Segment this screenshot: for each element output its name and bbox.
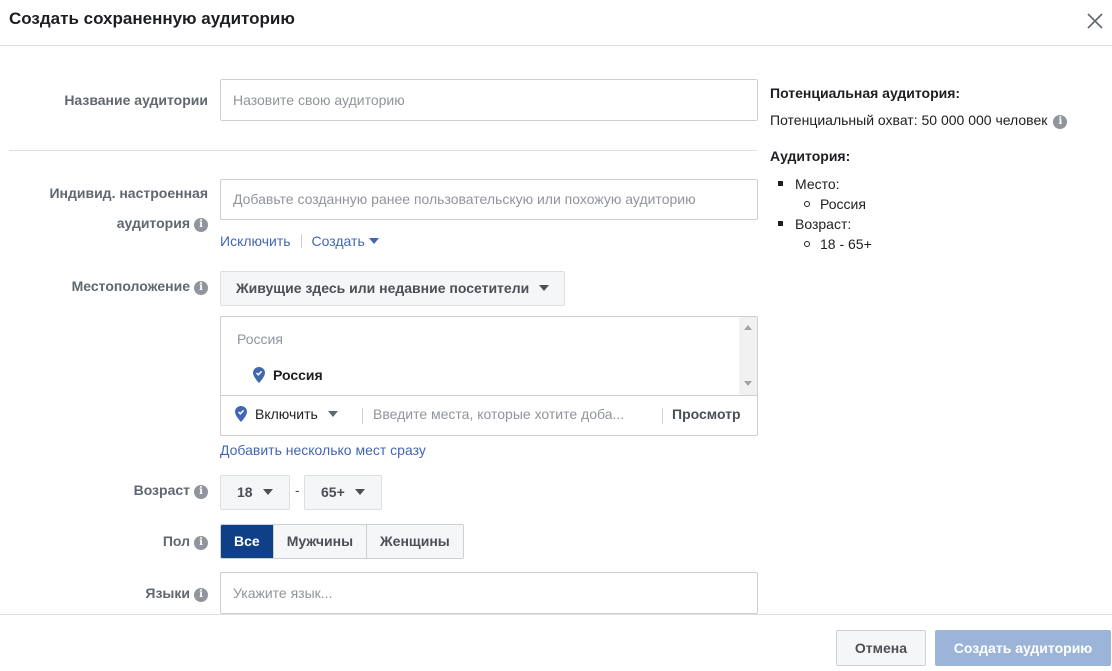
location-type-dropdown[interactable]: Живущие здесь или недавние посетители	[220, 271, 566, 306]
location-label: Местоположение i	[20, 273, 208, 299]
summary-audience-header: Аудитория:	[770, 148, 851, 164]
location-search-input[interactable]: Введите места, которые хотите доба...	[373, 406, 653, 422]
summary-list: Место: Россия Возраст: 18 - 65+	[778, 174, 872, 254]
scrollbar[interactable]	[739, 317, 757, 395]
custom-audience-label-line1: Индивид. настроенная	[49, 185, 208, 201]
age-min-dropdown[interactable]: 18	[220, 475, 290, 510]
list-item: Россия	[778, 194, 872, 214]
chevron-down-icon	[262, 489, 273, 495]
age-min-value: 18	[237, 484, 253, 500]
exclude-link[interactable]: Исключить	[220, 233, 291, 249]
bullet-icon	[778, 221, 783, 226]
create-saved-audience-dialog: Создать сохраненную аудиторию Название а…	[0, 0, 1112, 671]
dialog-body[interactable]: Название аудитории Назовите свою аудитор…	[0, 46, 1112, 614]
summary-location-label: Место:	[795, 176, 840, 192]
dialog-header: Создать сохраненную аудиторию	[0, 0, 1112, 46]
bullet-icon	[804, 201, 810, 207]
bullet-icon	[804, 241, 810, 247]
gender-label: Пол i	[20, 528, 208, 554]
summary-age-value: 18 - 65+	[820, 236, 872, 252]
info-icon[interactable]: i	[194, 588, 208, 602]
location-item-label: Россия	[273, 367, 323, 383]
create-link-label: Создать	[311, 233, 365, 249]
divider	[362, 408, 363, 424]
bullet-icon	[778, 181, 783, 186]
location-type-label: Живущие здесь или недавние посетители	[236, 280, 530, 296]
custom-audience-input[interactable]: Добавьте созданную ранее пользовательску…	[220, 179, 758, 220]
create-audience-button[interactable]: Создать аудиторию	[935, 630, 1111, 666]
audience-name-input[interactable]: Назовите свою аудиторию	[220, 79, 758, 121]
gender-option-men[interactable]: Мужчины	[272, 525, 367, 558]
divider	[662, 408, 663, 424]
browse-button[interactable]: Просмотр	[672, 406, 741, 422]
dialog-title: Создать сохраненную аудиторию	[9, 9, 295, 28]
bulk-add-locations-link[interactable]: Добавить несколько мест сразу	[220, 442, 426, 458]
languages-label: Языки i	[20, 580, 208, 606]
info-icon[interactable]: i	[194, 281, 208, 295]
cancel-button[interactable]: Отмена	[836, 630, 926, 666]
info-icon[interactable]: i	[1053, 115, 1068, 129]
gender-label-text: Пол	[162, 533, 190, 549]
scroll-down-icon[interactable]	[744, 381, 752, 386]
summary-location-value: Россия	[820, 196, 866, 212]
location-item[interactable]: Россия	[253, 367, 323, 383]
chevron-down-icon	[354, 489, 365, 495]
age-separator: -	[295, 482, 300, 498]
languages-label-text: Языки	[145, 585, 190, 601]
custom-audience-label-line2: аудитория	[116, 215, 190, 231]
chevron-down-icon	[368, 238, 379, 244]
custom-audience-links: Исключить Создать	[220, 233, 379, 249]
gender-selector: Все Мужчины Женщины	[220, 524, 464, 559]
location-box: Россия Россия Включить Введите места, ко…	[220, 316, 758, 436]
chevron-down-icon	[539, 285, 550, 291]
info-icon[interactable]: i	[194, 536, 208, 550]
age-label: Возраст i	[20, 477, 208, 503]
chevron-down-icon	[327, 411, 338, 417]
languages-input[interactable]: Укажите язык...	[220, 572, 758, 614]
scroll-up-icon[interactable]	[744, 325, 752, 330]
custom-audience-label: аудитория i	[20, 210, 208, 236]
potential-reach: Потенциальный охват: 50 000 000 человек i	[770, 112, 1068, 129]
location-list[interactable]: Россия Россия	[221, 317, 757, 396]
info-icon[interactable]: i	[194, 218, 208, 232]
age-max-dropdown[interactable]: 65+	[304, 475, 382, 510]
summary-title: Потенциальная аудитория:	[770, 85, 961, 101]
location-label-text: Местоположение	[71, 278, 190, 294]
gender-option-all[interactable]: Все	[221, 525, 273, 558]
info-icon[interactable]: i	[194, 485, 208, 499]
close-icon[interactable]	[1084, 10, 1106, 32]
summary-age-label: Возраст:	[795, 216, 852, 232]
age-max-value: 65+	[321, 484, 345, 500]
list-item: 18 - 65+	[778, 234, 872, 254]
dialog-footer: Отмена Создать аудиторию	[0, 614, 1112, 671]
include-dropdown[interactable]: Включить	[235, 406, 338, 422]
include-dropdown-label: Включить	[255, 406, 318, 422]
pin-icon	[235, 406, 247, 422]
create-link[interactable]: Создать	[312, 233, 379, 249]
divider	[9, 150, 757, 151]
potential-reach-text: Потенциальный охват: 50 000 000 человек	[770, 112, 1048, 128]
location-search-bar: Включить Введите места, которые хотите д…	[221, 396, 757, 435]
pin-icon	[253, 367, 265, 383]
age-label-text: Возраст	[133, 482, 190, 498]
gender-option-women[interactable]: Женщины	[366, 525, 463, 558]
link-divider	[300, 234, 302, 248]
audience-name-label: Название аудитории	[64, 92, 208, 108]
list-item: Место:	[778, 174, 872, 194]
list-item: Возраст:	[778, 214, 872, 234]
location-group-header: Россия	[237, 331, 283, 347]
